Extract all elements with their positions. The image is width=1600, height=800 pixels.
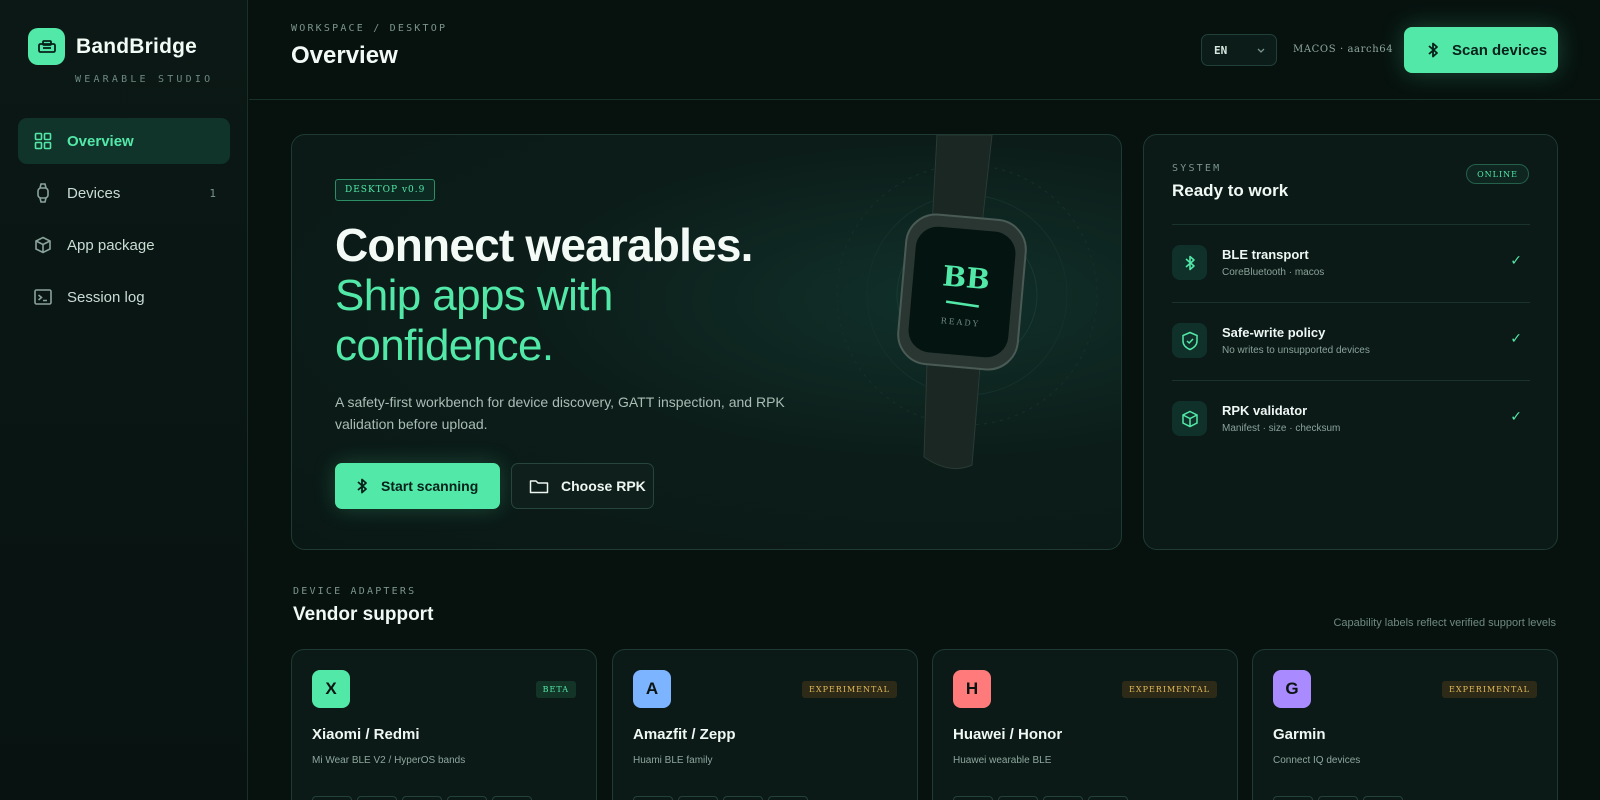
sidebar-item-devices[interactable]: Devices 1 bbox=[18, 170, 230, 216]
system-checks-list: BLE transport CoreBluetooth · macos ✓ Sa… bbox=[1172, 224, 1530, 458]
vendor-description: Connect IQ devices bbox=[1273, 755, 1361, 766]
capability-chips bbox=[1273, 796, 1403, 800]
vendor-name: Xiaomi / Redmi bbox=[312, 726, 420, 743]
watch-logo-text: BB bbox=[941, 259, 991, 296]
system-label: SYSTEM bbox=[1172, 163, 1222, 174]
check-detail: No writes to unsupported devices bbox=[1222, 345, 1370, 356]
vendor-logo-icon: H bbox=[953, 670, 991, 708]
check-name: BLE transport bbox=[1222, 247, 1309, 262]
scan-devices-label: Scan devices bbox=[1452, 41, 1548, 59]
start-scanning-label: Start scanning bbox=[381, 478, 479, 494]
list-item: BLE transport CoreBluetooth · macos ✓ bbox=[1172, 224, 1530, 302]
grid-icon bbox=[33, 131, 53, 151]
vendor-name: Amazfit / Zepp bbox=[633, 726, 736, 743]
package-icon bbox=[33, 235, 53, 255]
capability-chips bbox=[633, 796, 808, 800]
hero-subheadline: Ship apps with confidence. bbox=[335, 271, 613, 370]
support-level-badge: BETA bbox=[535, 681, 576, 698]
platform-label: MACOS · aarch64 bbox=[1293, 44, 1394, 55]
checkmark-icon: ✓ bbox=[1510, 330, 1522, 346]
brand-subtitle: WEARABLE STUDIO bbox=[75, 74, 214, 85]
sidebar-item-label: Devices bbox=[67, 184, 121, 202]
support-level-badge: EXPERIMENTAL bbox=[802, 681, 897, 698]
sidebar-item-session-log[interactable]: Session log bbox=[18, 274, 230, 320]
version-badge: DESKTOP v0.9 bbox=[335, 179, 436, 201]
scan-devices-button[interactable]: Scan devices bbox=[1404, 27, 1558, 73]
hero-card: DESKTOP v0.9 Connect wearables. Ship app… bbox=[291, 134, 1122, 550]
start-scanning-button[interactable]: Start scanning bbox=[335, 463, 500, 509]
chevron-down-icon bbox=[1257, 48, 1265, 53]
vendor-logo-icon: A bbox=[633, 670, 671, 708]
language-select[interactable]: EN bbox=[1201, 34, 1277, 66]
system-status-card: SYSTEM Ready to work ONLINE BLE transpor… bbox=[1143, 134, 1558, 550]
vendor-name: Huawei / Honor bbox=[953, 726, 1063, 743]
brand[interactable]: BandBridge bbox=[28, 28, 197, 65]
check-name: Safe-write policy bbox=[1222, 325, 1326, 340]
sidebar-nav: Overview Devices 1 App package Session l… bbox=[18, 118, 230, 326]
watch-icon bbox=[33, 183, 53, 203]
support-level-badge: EXPERIMENTAL bbox=[1122, 681, 1217, 698]
vendor-description: Huawei wearable BLE bbox=[953, 755, 1052, 766]
choose-rpk-label: Choose RPK bbox=[561, 478, 646, 494]
check-detail: Manifest · size · checksum bbox=[1222, 423, 1341, 434]
vendor-logo-icon: X bbox=[312, 670, 350, 708]
check-name: RPK validator bbox=[1222, 403, 1308, 418]
checkmark-icon: ✓ bbox=[1510, 408, 1522, 424]
support-level-badge: EXPERIMENTAL bbox=[1442, 681, 1537, 698]
vendor-card-amazfit[interactable]: A EXPERIMENTAL Amazfit / Zepp Huami BLE … bbox=[612, 649, 918, 800]
hero-headline: Connect wearables. bbox=[335, 219, 753, 271]
terminal-icon bbox=[33, 287, 53, 307]
section-title: Vendor support bbox=[293, 604, 434, 625]
check-detail: CoreBluetooth · macos bbox=[1222, 267, 1325, 278]
vendor-card-garmin[interactable]: G EXPERIMENTAL Garmin Connect IQ devices bbox=[1252, 649, 1558, 800]
list-item: Safe-write policy No writes to unsupport… bbox=[1172, 302, 1530, 380]
sidebar-item-label: App package bbox=[67, 236, 155, 254]
system-title: Ready to work bbox=[1172, 181, 1289, 200]
top-header: WORKSPACE / DESKTOP Overview EN MACOS · … bbox=[249, 0, 1600, 100]
bluetooth-icon bbox=[1172, 245, 1207, 280]
breadcrumb: WORKSPACE / DESKTOP bbox=[291, 23, 448, 34]
sidebar: BandBridge WEARABLE STUDIO Overview Devi… bbox=[0, 0, 248, 800]
vendor-description: Mi Wear BLE V2 / HyperOS bands bbox=[312, 755, 466, 766]
vendor-description: Huami BLE family bbox=[633, 755, 713, 766]
brand-name: BandBridge bbox=[76, 34, 198, 58]
hero-description: A safety-first workbench for device disc… bbox=[335, 394, 785, 432]
vendor-card-huawei[interactable]: H EXPERIMENTAL Huawei / Honor Huawei wea… bbox=[932, 649, 1238, 800]
list-item: RPK validator Manifest · size · checksum… bbox=[1172, 380, 1530, 458]
capability-chips bbox=[312, 796, 532, 800]
capability-chips bbox=[953, 796, 1128, 800]
smartwatch-illustration: BB READY bbox=[832, 135, 1112, 549]
section-label: DEVICE ADAPTERS bbox=[293, 586, 417, 597]
choose-rpk-button[interactable]: Choose RPK bbox=[511, 463, 654, 509]
section-note: Capability labels reflect verified suppo… bbox=[1333, 617, 1556, 629]
vendor-card-xiaomi[interactable]: X BETA Xiaomi / Redmi Mi Wear BLE V2 / H… bbox=[291, 649, 597, 800]
shield-check-icon bbox=[1172, 323, 1207, 358]
bluetooth-icon bbox=[357, 478, 367, 494]
sidebar-item-label: Overview bbox=[67, 132, 134, 150]
vendor-name: Garmin bbox=[1273, 726, 1326, 743]
brand-logo-icon bbox=[28, 28, 65, 65]
status-badge: ONLINE bbox=[1466, 164, 1529, 184]
language-value: EN bbox=[1214, 43, 1228, 57]
checkmark-icon: ✓ bbox=[1510, 252, 1522, 268]
cube-icon bbox=[1172, 401, 1207, 436]
sidebar-item-app-package[interactable]: App package bbox=[18, 222, 230, 268]
sidebar-item-label: Session log bbox=[67, 288, 145, 306]
bluetooth-icon bbox=[1428, 42, 1438, 58]
devices-count-badge: 1 bbox=[209, 186, 216, 200]
folder-icon bbox=[529, 480, 549, 494]
sidebar-item-overview[interactable]: Overview bbox=[18, 118, 230, 164]
page-title: Overview bbox=[291, 42, 398, 69]
vendor-logo-icon: G bbox=[1273, 670, 1311, 708]
